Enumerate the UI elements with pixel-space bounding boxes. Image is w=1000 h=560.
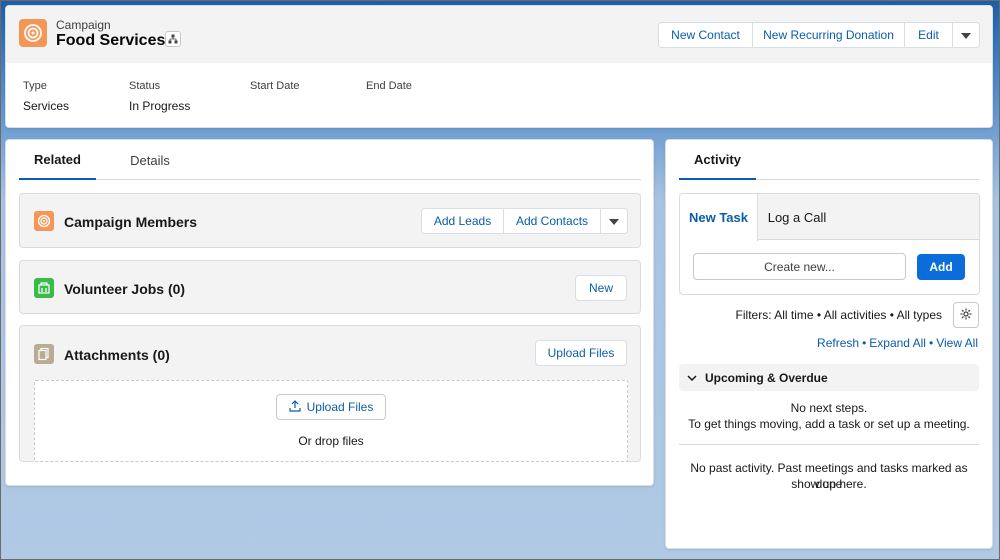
composer-tabs: New Task Log a Call	[680, 194, 979, 241]
header-actions: New Contact New Recurring Donation Edit	[658, 22, 980, 48]
create-new-input[interactable]	[693, 253, 906, 280]
campaign-members-title: Campaign Members	[64, 214, 198, 230]
record-type-label: Campaign	[56, 18, 111, 32]
upcoming-overdue-section[interactable]: Upcoming & Overdue	[679, 364, 979, 391]
add-button[interactable]: Add	[917, 254, 965, 280]
tab-activity[interactable]: Activity	[679, 140, 756, 180]
field-type: Type Services	[23, 80, 69, 113]
field-value: In Progress	[129, 99, 191, 113]
new-contact-button[interactable]: New Contact	[659, 23, 753, 47]
tab-related[interactable]: Related	[19, 140, 96, 180]
view-all-link[interactable]: View All	[936, 336, 978, 350]
activity-links: Refresh • Expand All • View All	[817, 336, 978, 350]
link-separator: •	[862, 336, 867, 350]
attachments-title: Attachments (0)	[64, 347, 170, 363]
gear-icon	[960, 308, 972, 323]
link-separator: •	[928, 336, 934, 350]
refresh-link[interactable]: Refresh	[817, 336, 859, 350]
campaign-members-more-button[interactable]	[601, 209, 627, 233]
field-start-date: Start Date	[250, 80, 300, 99]
main-tabs: Related Details	[19, 140, 641, 180]
new-volunteer-job-button[interactable]: New	[575, 275, 627, 301]
no-next-steps-line-1: No next steps.	[790, 401, 868, 415]
activity-filters: Filters: All time • All activities • All…	[735, 308, 942, 322]
field-label: End Date	[366, 80, 412, 92]
chevron-down-icon	[687, 371, 697, 385]
tab-new-task[interactable]: New Task	[680, 194, 758, 241]
field-label: Status	[129, 80, 161, 92]
divider	[679, 444, 979, 445]
campaign-members-icon	[34, 211, 54, 231]
new-recurring-donation-button[interactable]: New Recurring Donation	[753, 23, 905, 47]
volunteer-jobs-icon	[34, 278, 54, 298]
drop-upload-label: Upload Files	[306, 400, 374, 414]
tab-log-call[interactable]: Log a Call	[758, 194, 836, 240]
upcoming-overdue-label: Upcoming & Overdue	[705, 370, 828, 385]
field-status: Status In Progress	[129, 80, 190, 113]
drop-files-text: Or drop files	[298, 434, 364, 448]
main-panel: Related Details Campaign Members Add Lea…	[5, 139, 654, 486]
campaign-members-card: Campaign Members Add Leads Add Contacts	[19, 193, 641, 248]
field-label: Start Date	[250, 80, 300, 92]
activity-composer: New Task Log a Call Add	[679, 193, 980, 295]
field-label: Type	[23, 80, 47, 92]
attachments-card: Attachments (0) Upload Files Upload File…	[19, 325, 641, 462]
field-value: Services	[23, 99, 70, 113]
no-next-steps-line-2: To get things moving, add a task or set …	[688, 417, 970, 431]
upload-icon	[289, 399, 301, 415]
activity-panel: Activity New Task Log a Call Add Filters…	[665, 139, 993, 549]
record-header: Campaign Food Services New Contact New R…	[5, 5, 993, 128]
activity-tabs: Activity	[679, 140, 979, 180]
tab-details[interactable]: Details	[117, 140, 183, 180]
record-name: Food Services	[56, 32, 166, 49]
file-drop-zone[interactable]: Upload Files Or drop files	[34, 380, 628, 462]
chevron-down-icon	[609, 214, 619, 228]
attachments-icon	[34, 344, 54, 364]
highlights-panel: Type Services Status In Progress Start D…	[6, 80, 992, 120]
campaign-members-actions: Add Leads Add Contacts	[421, 208, 628, 234]
campaign-icon	[19, 19, 47, 47]
expand-all-link[interactable]: Expand All	[869, 336, 926, 350]
chevron-down-icon	[961, 28, 971, 42]
header-top: Campaign Food Services New Contact New R…	[6, 6, 992, 63]
more-actions-button[interactable]	[953, 23, 979, 47]
filter-settings-button[interactable]	[953, 302, 979, 328]
upload-files-button[interactable]: Upload Files	[535, 340, 627, 366]
volunteer-jobs-card: Volunteer Jobs (0) New	[19, 260, 641, 314]
no-past-activity-line-2: show up here.	[791, 477, 867, 491]
drop-upload-button[interactable]: Upload Files	[276, 394, 386, 420]
add-leads-button[interactable]: Add Leads	[422, 209, 504, 233]
field-end-date: End Date	[366, 80, 412, 99]
add-contacts-button[interactable]: Add Contacts	[504, 209, 601, 233]
hierarchy-icon[interactable]	[165, 31, 181, 47]
volunteer-jobs-title: Volunteer Jobs (0)	[64, 281, 186, 297]
edit-button[interactable]: Edit	[905, 23, 953, 47]
